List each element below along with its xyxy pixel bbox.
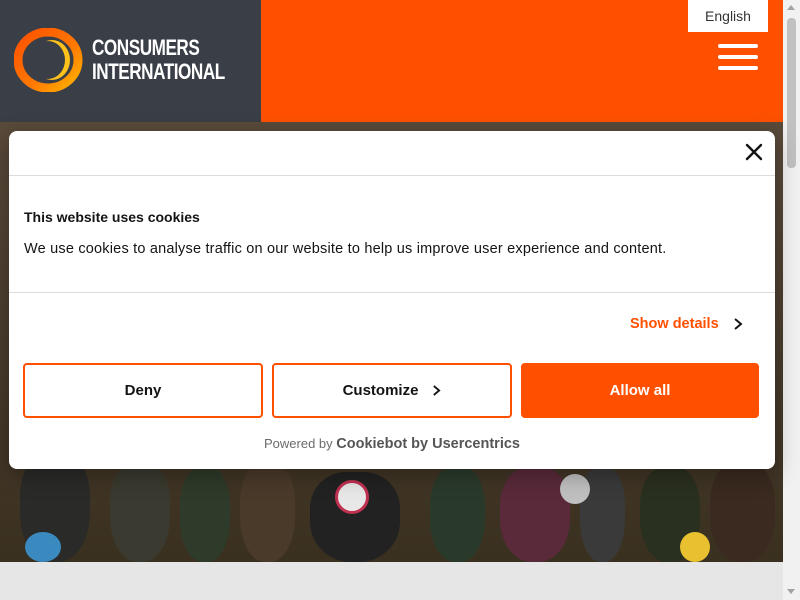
show-details-link[interactable]: Show details — [630, 316, 743, 332]
cookie-consent-dialog: This website uses cookies We use cookies… — [9, 131, 775, 469]
chevron-right-icon — [734, 318, 743, 330]
allow-all-button[interactable]: Allow all — [521, 363, 759, 418]
boat — [110, 462, 170, 562]
customize-label: Customize — [342, 382, 419, 399]
customize-button[interactable]: Customize — [272, 363, 512, 418]
divider — [9, 292, 775, 293]
logo-text: CONSUMERS INTERNATIONAL — [92, 36, 225, 84]
scroll-thumb[interactable] — [787, 18, 796, 168]
hat — [25, 532, 61, 562]
cookiebot-brand: Cookiebot by Usercentrics — [336, 436, 520, 452]
scrollbar[interactable] — [783, 0, 800, 600]
boat — [180, 467, 230, 562]
logo-line-1: CONSUMERS — [92, 35, 200, 60]
logo-ring-icon — [14, 28, 83, 92]
chevron-right-icon — [433, 385, 442, 396]
boat — [710, 462, 775, 562]
dialog-body: We use cookies to analyse traffic on our… — [24, 241, 667, 257]
logo-area[interactable]: CONSUMERS INTERNATIONAL — [0, 0, 261, 122]
language-selector[interactable]: English — [688, 0, 768, 32]
scroll-down-icon[interactable] — [787, 589, 795, 594]
boat — [500, 467, 570, 562]
powered-by[interactable]: Powered by Cookiebot by Usercentrics — [9, 436, 775, 452]
boat — [240, 462, 295, 562]
page-background — [0, 562, 783, 600]
divider — [9, 175, 775, 176]
hat — [560, 474, 590, 504]
deny-label: Deny — [124, 382, 162, 399]
close-icon[interactable] — [744, 142, 764, 162]
hamburger-menu-icon[interactable] — [718, 44, 758, 70]
dialog-title: This website uses cookies — [24, 209, 200, 225]
show-details-label: Show details — [630, 316, 719, 332]
fruit-pile — [680, 532, 710, 562]
umbrella — [335, 480, 369, 514]
logo-line-2: INTERNATIONAL — [92, 59, 225, 84]
allow-all-label: Allow all — [609, 382, 671, 399]
scroll-up-icon[interactable] — [787, 5, 795, 10]
site-header: CONSUMERS INTERNATIONAL English — [0, 0, 783, 122]
deny-button[interactable]: Deny — [23, 363, 263, 418]
powered-prefix: Powered by — [263, 436, 333, 451]
boat — [430, 467, 485, 562]
